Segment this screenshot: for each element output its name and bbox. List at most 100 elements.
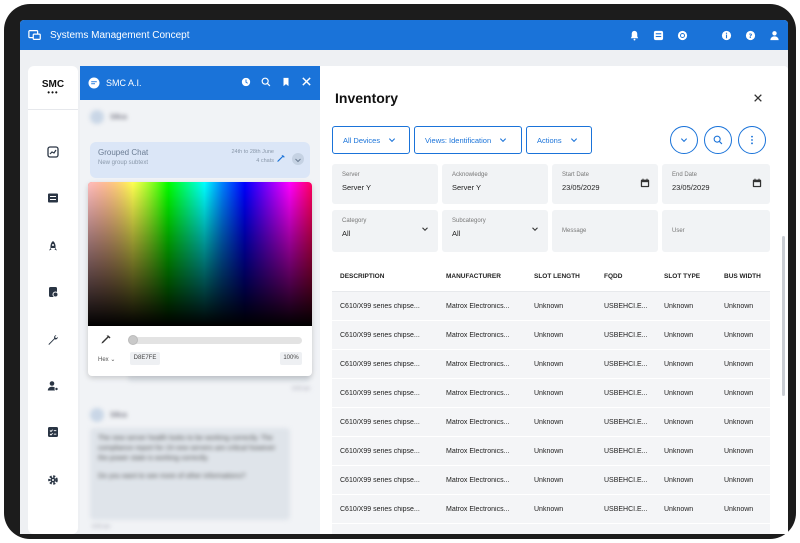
views-dropdown[interactable]: Views: Identification xyxy=(414,126,522,154)
chat-bubble-icon xyxy=(88,77,100,89)
wrench-icon[interactable] xyxy=(45,332,61,348)
table-cell: USBEHCI.E... xyxy=(604,447,648,455)
checklist-icon[interactable] xyxy=(45,424,61,440)
field-value: All xyxy=(342,229,351,238)
column-header[interactable]: FQDD xyxy=(596,273,656,280)
chevron-down-icon xyxy=(570,138,577,143)
sender-row: Silica xyxy=(90,408,127,422)
table-body: C610/X99 series chipse... Matrox Electron… xyxy=(332,292,770,534)
table-cell: Unknown xyxy=(724,447,754,455)
category-select[interactable]: Category All xyxy=(332,210,438,252)
table-cell: Matrox Electronics... xyxy=(446,360,510,368)
chat-title: SMC A.I. xyxy=(106,78,142,88)
sidebar: SMC ••• xyxy=(28,66,78,534)
table-cell: C610/X99 series chipse... xyxy=(340,331,420,339)
table-cell: USBEHCI.E... xyxy=(604,360,648,368)
table-cell: Unknown xyxy=(664,418,694,426)
color-spectrum[interactable] xyxy=(88,182,312,326)
field-value: 23/05/2029 xyxy=(562,183,600,192)
chevron-down-icon[interactable] xyxy=(292,153,304,165)
table-header: DESCRIPTION MANUFACTURER SLOT LENGTH FQD… xyxy=(332,262,770,292)
table-row[interactable]: C610/X99 series chipse...Matrox Electron… xyxy=(332,495,770,524)
smc-logo[interactable]: SMC ••• xyxy=(28,66,78,110)
opacity-input[interactable]: 100% xyxy=(280,352,302,365)
table-row[interactable]: C610/X99 series chipse...Matrox Electron… xyxy=(332,437,770,466)
table-cell: C610/X99 series chipse... xyxy=(340,447,420,455)
field-label: Server xyxy=(342,172,360,178)
views-label: Views: Identification xyxy=(425,135,492,145)
grouped-chat-meta: 24th to 28th June 4 chats xyxy=(231,148,274,166)
table-cell: Unknown xyxy=(664,360,694,368)
end-date-field[interactable]: End Date 23/05/2029 xyxy=(662,164,770,204)
actions-dropdown[interactable]: Actions xyxy=(526,126,592,154)
all-devices-dropdown[interactable]: All Devices xyxy=(332,126,410,154)
help-icon[interactable]: ? xyxy=(744,29,756,41)
table-cell: Unknown xyxy=(724,505,754,513)
top-bar: Systems Management Concept ? xyxy=(20,20,788,50)
search-icon[interactable] xyxy=(261,74,271,92)
list-icon[interactable] xyxy=(45,190,61,206)
inventory-panel: Inventory All Devices Views: Identificat… xyxy=(320,66,788,534)
screen: Systems Management Concept ? SMC ••• SMC… xyxy=(20,20,788,534)
expand-button[interactable] xyxy=(670,126,698,154)
server-field[interactable]: Server Server Y xyxy=(332,164,438,204)
table-cell: Unknown xyxy=(724,418,754,426)
opacity-slider[interactable] xyxy=(130,337,302,344)
hex-input[interactable]: D8E7FE xyxy=(130,352,160,365)
more-button[interactable] xyxy=(738,126,766,154)
format-select[interactable]: Hex ⌄ xyxy=(98,356,115,363)
table-cell: C610/X99 series chipse... xyxy=(340,360,420,368)
table-cell: Unknown xyxy=(664,389,694,397)
table-row[interactable]: C610/X99 series chipse...Matrox Electron… xyxy=(332,524,770,534)
column-header[interactable]: MANUFACTURER xyxy=(438,273,526,280)
table-row[interactable]: C610/X99 series chipse...Matrox Electron… xyxy=(332,466,770,495)
eyedropper-icon[interactable] xyxy=(276,154,286,164)
color-picker-popover: Hex ⌄ D8E7FE 100% xyxy=(88,182,312,376)
rocket-icon[interactable] xyxy=(45,238,61,254)
table-row[interactable]: C610/X99 series chipse...Matrox Electron… xyxy=(332,292,770,321)
user-icon[interactable] xyxy=(768,29,780,41)
close-icon[interactable] xyxy=(750,90,766,106)
subcategory-select[interactable]: Subcategory All xyxy=(442,210,548,252)
close-icon[interactable] xyxy=(301,74,312,92)
eyedropper-icon[interactable] xyxy=(100,334,112,346)
bookmark-icon[interactable] xyxy=(281,74,291,92)
table-row[interactable]: C610/X99 series chipse...Matrox Electron… xyxy=(332,321,770,350)
table-row[interactable]: C610/X99 series chipse... Matrox Electron… xyxy=(332,350,770,379)
table-row[interactable]: C610/X99 series chipse...Matrox Electron… xyxy=(332,379,770,408)
dashboard-icon[interactable] xyxy=(45,144,61,160)
calendar-icon[interactable] xyxy=(640,178,650,188)
search-button[interactable] xyxy=(704,126,732,154)
database-icon[interactable] xyxy=(45,284,61,300)
message-field[interactable]: Message xyxy=(552,210,658,252)
history-icon[interactable] xyxy=(241,74,251,92)
grouped-chat-card[interactable]: Grouped Chat New group subtext 24th to 2… xyxy=(90,142,310,178)
table-cell: Unknown xyxy=(664,476,694,484)
search-icon xyxy=(713,135,723,145)
sender-row: Silica xyxy=(90,110,127,124)
grid-icon[interactable] xyxy=(652,29,664,41)
user-settings-icon[interactable] xyxy=(45,378,61,394)
bell-icon[interactable] xyxy=(628,29,640,41)
table-cell: Unknown xyxy=(664,447,694,455)
calendar-icon[interactable] xyxy=(752,178,762,188)
settings-icon[interactable] xyxy=(45,472,61,488)
acknowledge-field[interactable]: Acknowledge Server Y xyxy=(442,164,548,204)
column-header[interactable]: BUS WIDTH xyxy=(716,273,770,280)
info-icon[interactable] xyxy=(720,29,732,41)
slider-thumb[interactable] xyxy=(128,335,138,345)
ai-question-text: Do you want to see more of other informa… xyxy=(98,473,246,480)
more-vertical-icon xyxy=(751,135,753,145)
table-cell: USBEHCI.E... xyxy=(604,302,648,310)
start-date-field[interactable]: Start Date 23/05/2029 xyxy=(552,164,658,204)
table-cell: Unknown xyxy=(534,447,564,455)
column-header[interactable]: SLOT LENGTH xyxy=(526,273,596,280)
column-header[interactable]: DESCRIPTION xyxy=(332,273,438,280)
table-row[interactable]: C610/X99 series chipse...Matrox Electron… xyxy=(332,408,770,437)
scrollbar[interactable] xyxy=(782,236,785,396)
user-field[interactable]: User xyxy=(662,210,770,252)
table-cell: Unknown xyxy=(534,389,564,397)
globe-icon[interactable] xyxy=(676,29,688,41)
app-logo-icon xyxy=(28,30,41,40)
column-header[interactable]: SLOT TYPE xyxy=(656,273,716,280)
